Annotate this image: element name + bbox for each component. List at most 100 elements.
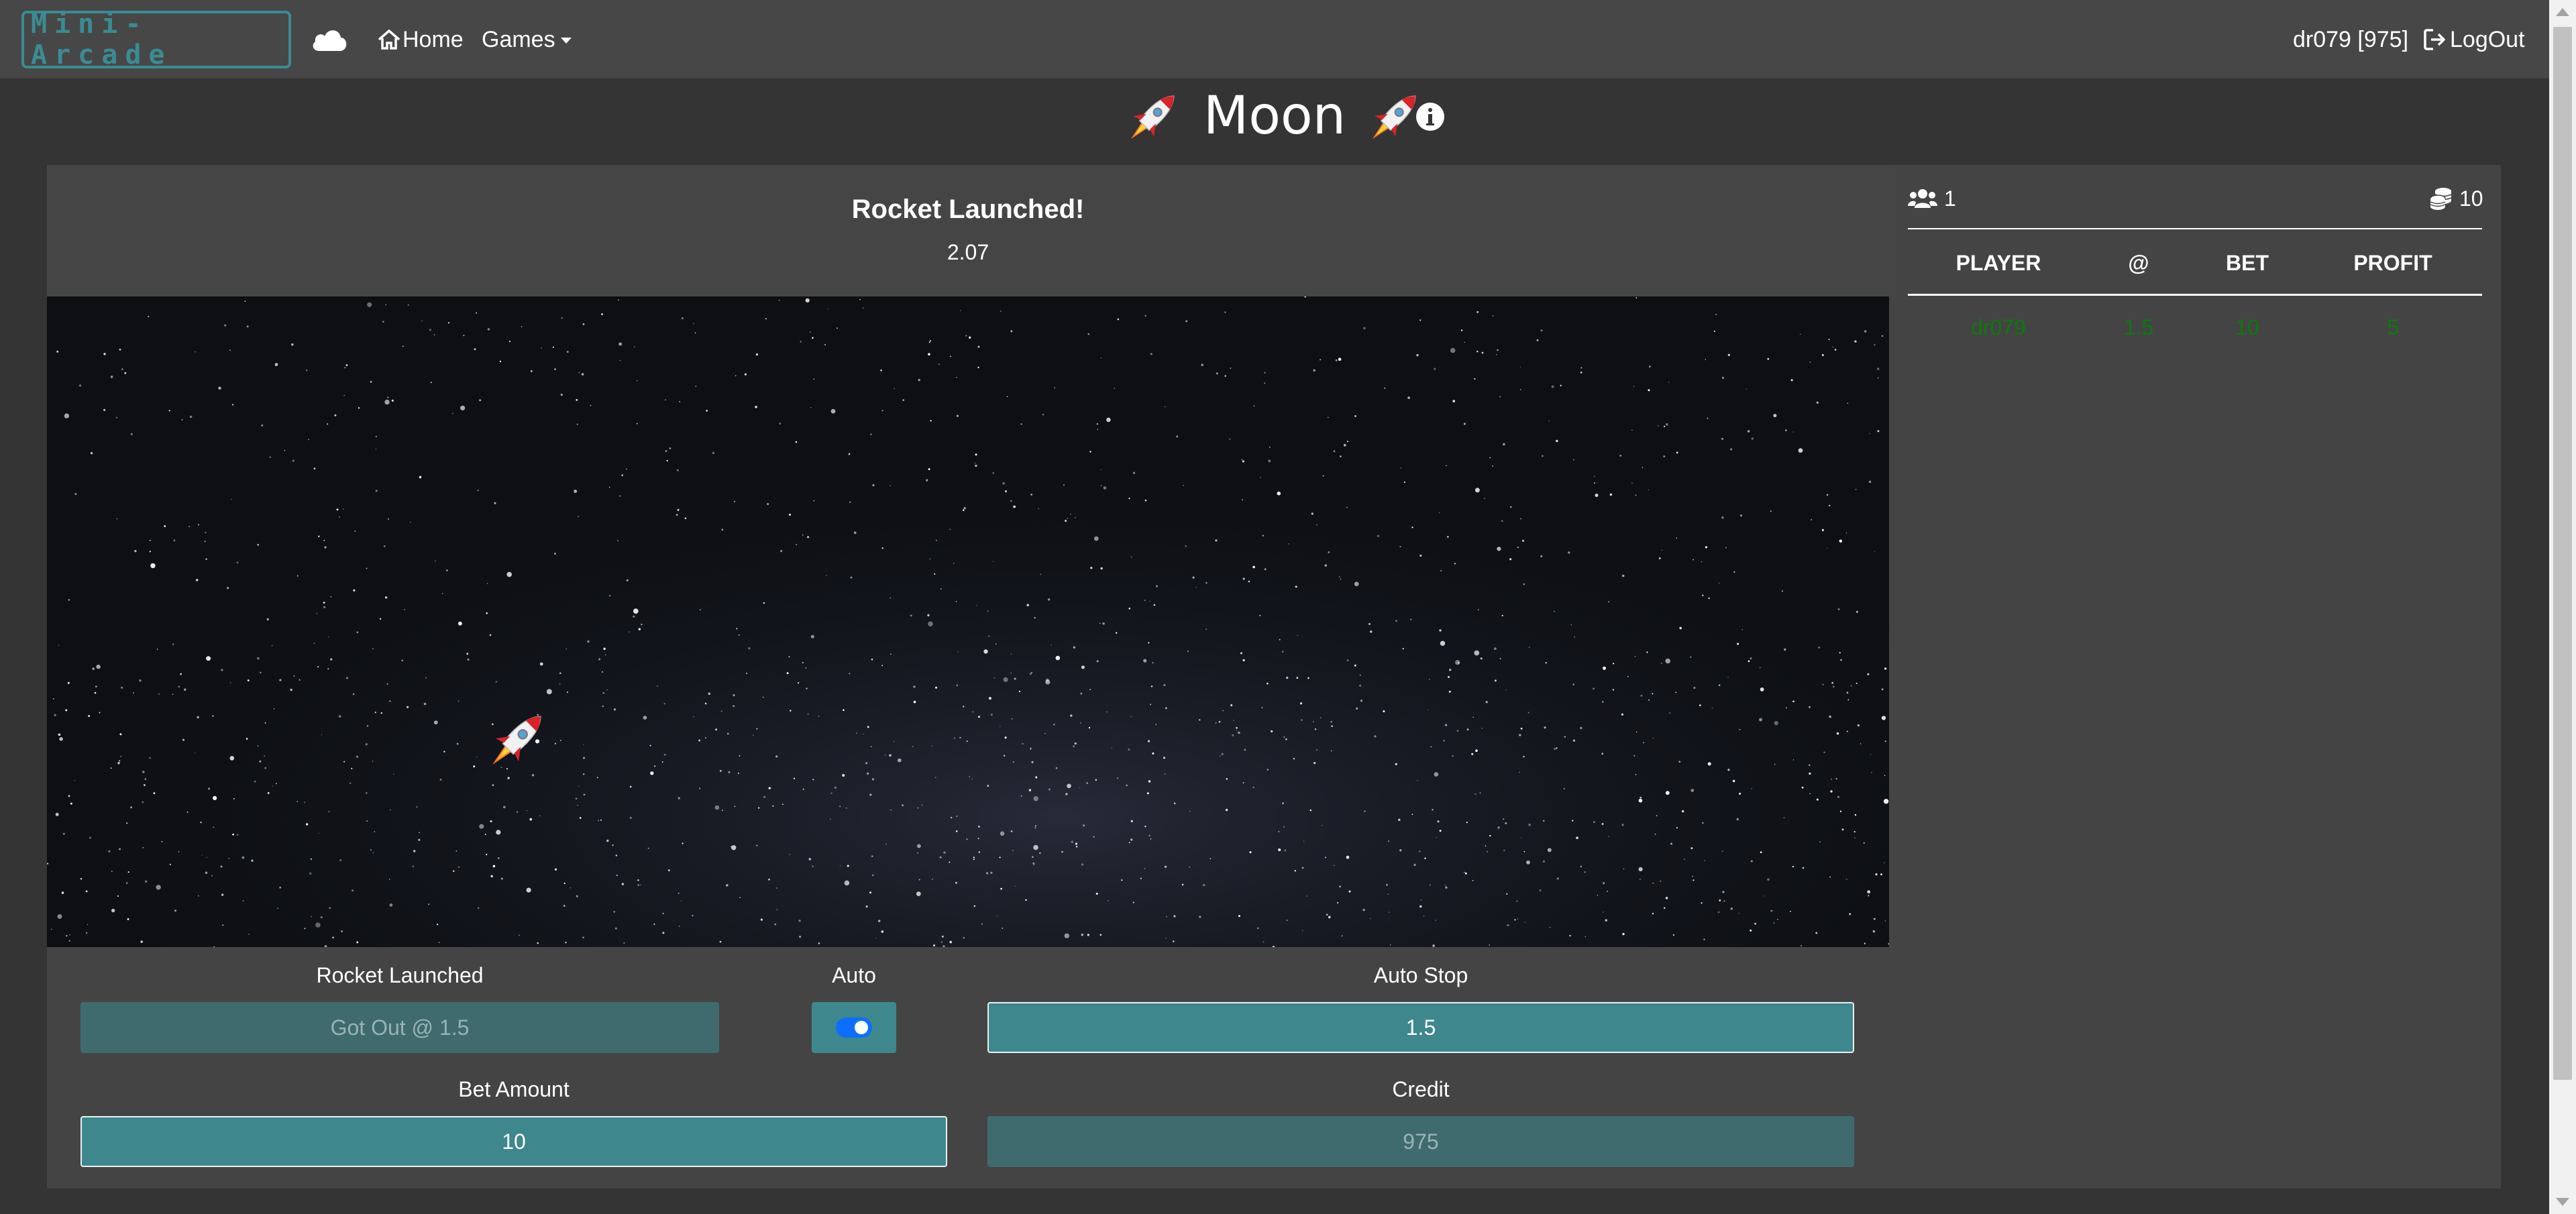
star bbox=[1705, 546, 1707, 549]
star bbox=[110, 376, 113, 378]
star bbox=[541, 347, 542, 349]
star bbox=[339, 516, 340, 518]
star bbox=[699, 609, 701, 611]
cash-out-button[interactable]: Got Out @ 1.5 bbox=[80, 1002, 719, 1053]
star bbox=[1652, 693, 1654, 695]
star bbox=[1364, 810, 1366, 812]
star bbox=[1103, 486, 1107, 490]
star bbox=[221, 669, 223, 671]
star bbox=[813, 378, 815, 380]
star bbox=[259, 760, 262, 763]
star bbox=[578, 372, 580, 374]
star bbox=[871, 855, 873, 857]
star bbox=[1715, 313, 1717, 315]
star bbox=[108, 850, 111, 852]
star bbox=[1369, 918, 1371, 920]
star bbox=[1440, 569, 1442, 572]
star bbox=[1065, 519, 1067, 522]
page-scrollbar[interactable] bbox=[2549, 0, 2576, 1214]
star bbox=[1572, 820, 1574, 822]
star bbox=[158, 693, 160, 695]
star bbox=[1556, 747, 1558, 749]
star bbox=[1150, 685, 1153, 687]
star bbox=[1132, 472, 1136, 474]
star bbox=[666, 459, 668, 462]
star bbox=[863, 733, 864, 735]
star bbox=[872, 874, 874, 877]
nav-games-dropdown[interactable]: Games bbox=[482, 24, 572, 55]
logout-link[interactable]: LogOut bbox=[2423, 24, 2525, 55]
star bbox=[232, 833, 234, 836]
star bbox=[662, 912, 664, 915]
star bbox=[236, 834, 239, 836]
star bbox=[479, 399, 482, 402]
table-cell-bet: 10 bbox=[2235, 315, 2259, 339]
star bbox=[1269, 446, 1271, 448]
star bbox=[498, 857, 500, 859]
star bbox=[554, 368, 556, 370]
star bbox=[1693, 687, 1696, 689]
star bbox=[304, 802, 306, 804]
star bbox=[290, 688, 292, 692]
scroll-down-arrow-icon[interactable] bbox=[2556, 1198, 2569, 1206]
star bbox=[677, 508, 680, 511]
star bbox=[808, 858, 812, 861]
star bbox=[1189, 810, 1191, 812]
star bbox=[1608, 601, 1610, 603]
star bbox=[1748, 660, 1750, 663]
star bbox=[583, 773, 585, 775]
star bbox=[598, 658, 600, 661]
star bbox=[1399, 849, 1402, 852]
star bbox=[1663, 455, 1666, 457]
star bbox=[487, 328, 490, 331]
user-account-label[interactable]: dr079 [975] bbox=[2293, 24, 2408, 55]
star bbox=[1580, 371, 1582, 374]
star bbox=[332, 936, 334, 939]
scroll-up-arrow-icon[interactable] bbox=[2556, 8, 2569, 16]
star bbox=[1148, 834, 1151, 837]
star bbox=[85, 932, 88, 934]
star bbox=[1339, 576, 1340, 577]
star bbox=[1839, 652, 1841, 654]
star bbox=[1829, 876, 1831, 878]
star bbox=[676, 469, 679, 472]
star bbox=[1411, 527, 1413, 529]
star bbox=[1128, 842, 1130, 844]
star bbox=[565, 942, 567, 944]
bet-amount-input[interactable]: 10 bbox=[80, 1116, 947, 1167]
nav-home-link[interactable]: Home bbox=[377, 24, 464, 55]
star bbox=[890, 597, 892, 599]
cloud-icon[interactable] bbox=[310, 24, 349, 54]
star bbox=[870, 746, 872, 747]
star bbox=[1067, 518, 1068, 519]
star bbox=[412, 865, 415, 868]
star bbox=[756, 728, 758, 730]
scrollbar-thumb[interactable] bbox=[2553, 27, 2572, 1080]
star bbox=[343, 761, 345, 763]
star bbox=[1560, 384, 1562, 386]
star bbox=[1229, 438, 1231, 440]
auto-toggle[interactable] bbox=[836, 1017, 872, 1038]
star bbox=[881, 930, 884, 933]
star bbox=[1063, 484, 1065, 486]
star bbox=[1621, 574, 1625, 577]
brand-logo[interactable]: Mini-Arcade bbox=[21, 9, 291, 70]
star bbox=[960, 310, 961, 311]
star bbox=[1130, 556, 1132, 558]
star bbox=[70, 802, 72, 805]
table-divider bbox=[1908, 228, 2482, 229]
star bbox=[797, 681, 800, 684]
star bbox=[1201, 364, 1203, 366]
star bbox=[1580, 726, 1582, 730]
info-icon[interactable] bbox=[1415, 102, 1445, 131]
star bbox=[279, 679, 282, 681]
star bbox=[284, 449, 286, 451]
star bbox=[793, 777, 795, 779]
star bbox=[1183, 484, 1184, 486]
star bbox=[1818, 647, 1821, 649]
star bbox=[247, 679, 250, 681]
auto-stop-input[interactable]: 1.5 bbox=[987, 1002, 1854, 1053]
star bbox=[1542, 860, 1546, 863]
star bbox=[1839, 539, 1842, 543]
star bbox=[1164, 773, 1166, 775]
